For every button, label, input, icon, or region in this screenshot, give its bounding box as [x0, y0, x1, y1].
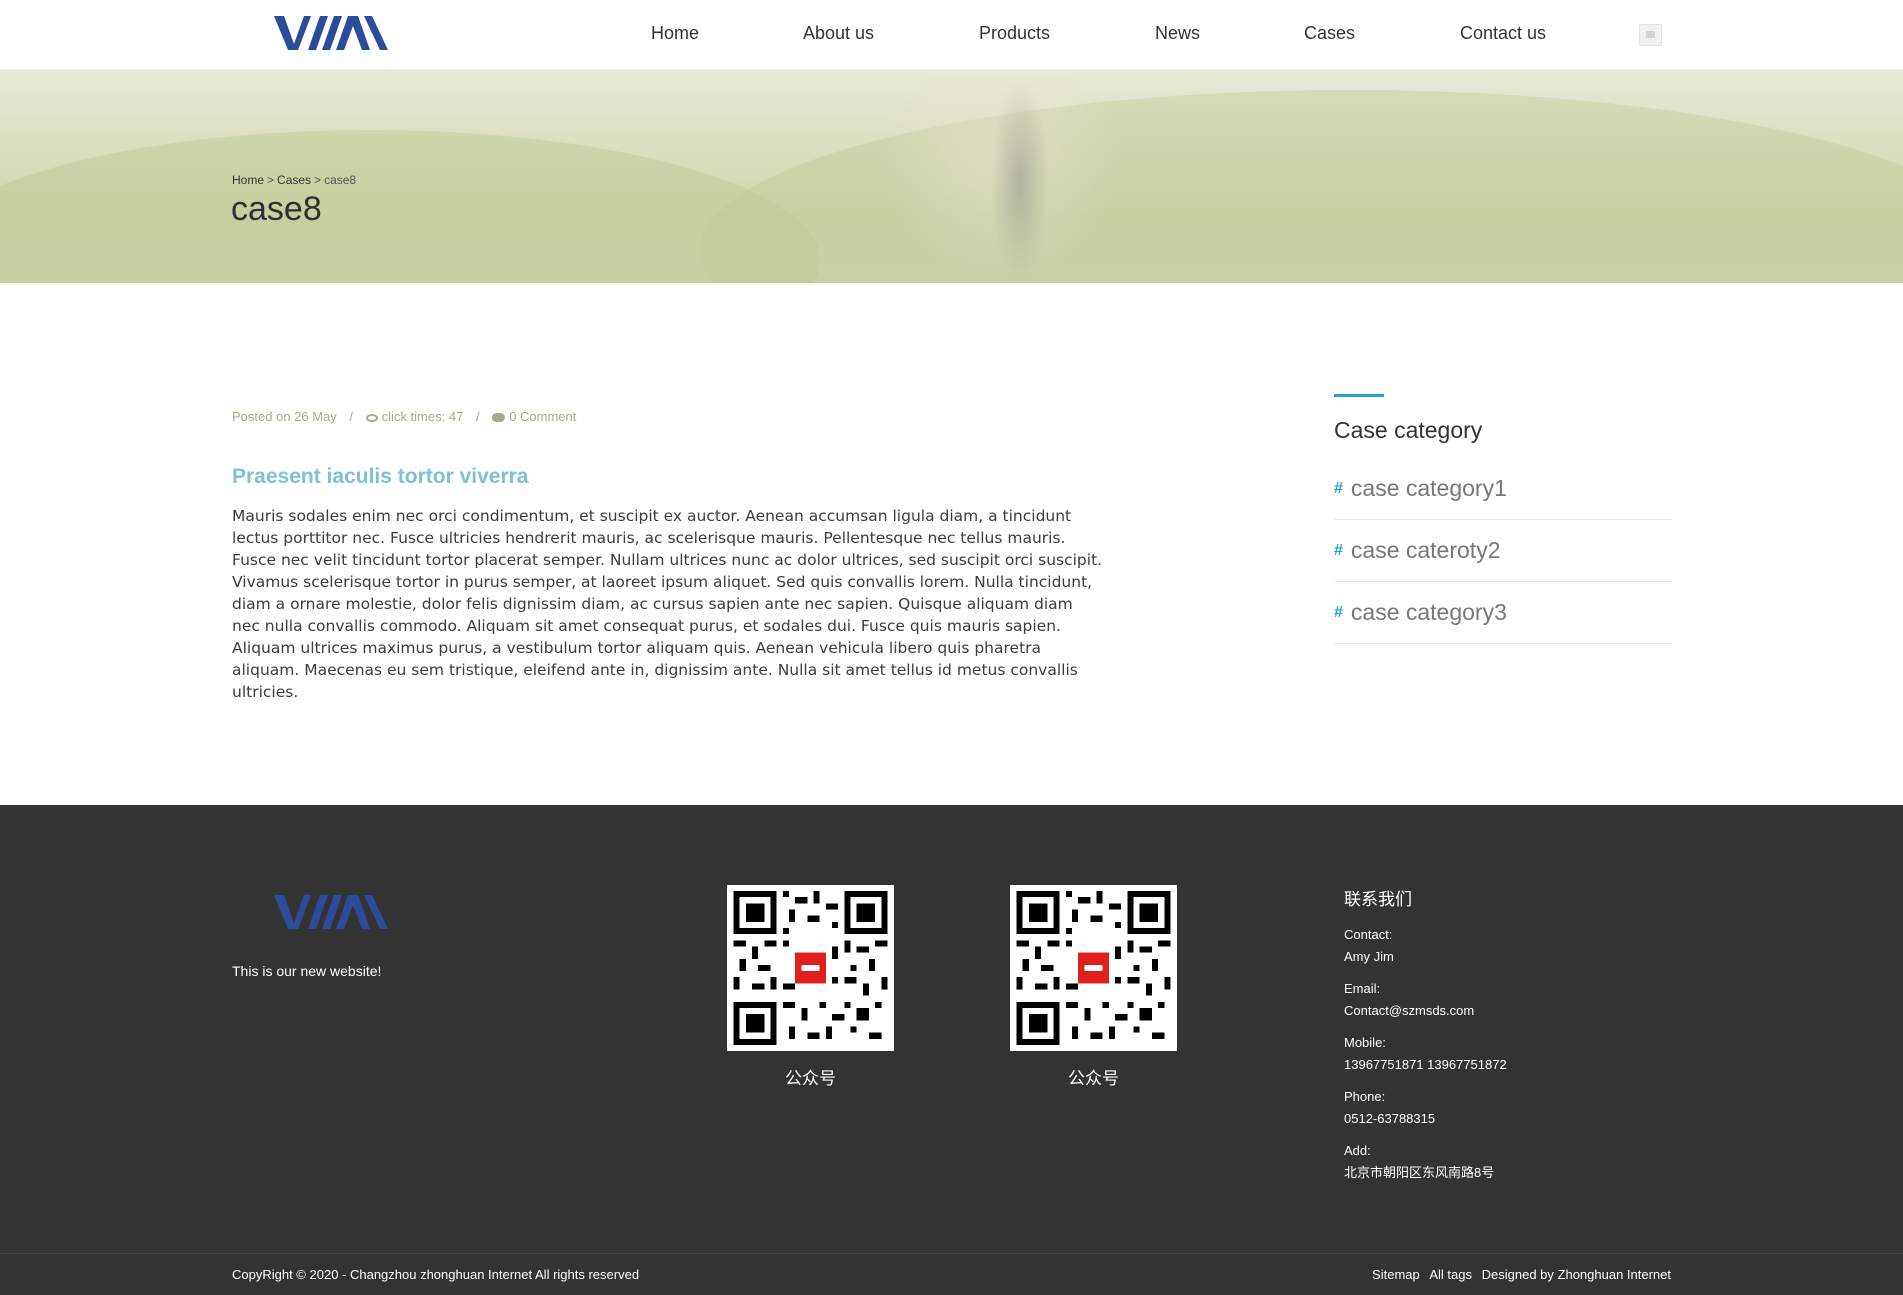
contact-title: 联系我们: [1344, 890, 1412, 909]
breadcrumb-cases[interactable]: Cases: [277, 173, 311, 187]
nav-cases[interactable]: Cases: [1304, 23, 1355, 44]
breadcrumb-separator: >: [267, 173, 275, 187]
click-count: click times: 47: [381, 409, 464, 424]
breadcrumb-home[interactable]: Home: [232, 173, 264, 187]
case-category-label[interactable]: case cateroty2: [1351, 537, 1501, 564]
address-value: 北京市朝阳区东风南路8号: [1344, 1165, 1495, 1180]
hash-icon: #: [1334, 479, 1343, 497]
search-icon[interactable]: [1639, 24, 1662, 46]
sidebar-accent-bar: [1334, 394, 1384, 397]
page-title: case8: [231, 190, 322, 228]
breadcrumb-current: case8: [324, 173, 357, 187]
case-category-label[interactable]: case category3: [1351, 599, 1507, 626]
footer-links: Sitemap All tags Designed by Zhonghuan I…: [1366, 1267, 1671, 1282]
qr-code-label: 公众号: [1068, 1069, 1119, 1088]
nav-about-us[interactable]: About us: [803, 23, 874, 44]
case-category-label[interactable]: case category1: [1351, 475, 1507, 502]
meta-separator: /: [475, 409, 480, 424]
qr-code-image: [1010, 885, 1177, 1051]
hash-icon: #: [1334, 603, 1343, 621]
meta-separator: /: [349, 409, 354, 424]
qr-code-image: [727, 885, 894, 1051]
nav-contact-us[interactable]: Contact us: [1460, 23, 1546, 44]
case-category-item[interactable]: # case cateroty2: [1334, 520, 1672, 582]
contact-value: Amy Jim: [1344, 949, 1394, 964]
article-title: Praesent iaculis tortor viverra: [232, 465, 529, 488]
phone-label: Phone:: [1344, 1089, 1386, 1104]
copyright-text: CopyRight © 2020 - Changzhou zhonghuan I…: [232, 1267, 640, 1282]
case-category-item[interactable]: # case category3: [1334, 582, 1672, 644]
footer-contact: 联系我们 Contact: Amy Jim Email: Contact@szm…: [1344, 885, 1644, 1194]
email-label: Email:: [1344, 981, 1381, 996]
hash-icon: #: [1334, 541, 1343, 559]
nav-products[interactable]: Products: [979, 23, 1050, 44]
site-logo[interactable]: [274, 14, 388, 52]
comment-icon: [492, 413, 506, 423]
sitemap-link[interactable]: Sitemap: [1372, 1267, 1420, 1282]
nav-news[interactable]: News: [1155, 23, 1200, 44]
mobile-value: 13967751871 13967751872: [1344, 1057, 1507, 1072]
posted-date: Posted on 26 May: [232, 409, 337, 424]
case-category-list: # case category1 # case cateroty2 # case ca…: [1334, 458, 1672, 644]
footer-tagline: This is our new website!: [232, 963, 382, 979]
eye-icon: [365, 413, 378, 422]
designed-by-link[interactable]: Designed by Zhonghuan Internet: [1482, 1267, 1671, 1282]
qr-code-label: 公众号: [785, 1069, 836, 1088]
footer-logo[interactable]: [274, 893, 388, 931]
comment-count[interactable]: 0 Comment: [509, 409, 576, 424]
article-body: Mauris sodales enim nec orci condimentum…: [232, 507, 1103, 701]
breadcrumb: Home > Cases > case8: [232, 173, 356, 187]
all-tags-link[interactable]: All tags: [1429, 1267, 1472, 1282]
footer-divider: [0, 1253, 1903, 1254]
case-category-item[interactable]: # case category1: [1334, 458, 1672, 520]
sidebar-title: Case category: [1334, 417, 1483, 443]
article-meta: Posted on 26 May / click times: 47 / 0 C…: [232, 409, 576, 424]
phone-value: 0512-63788315: [1344, 1111, 1436, 1126]
nav-home[interactable]: Home: [651, 23, 699, 44]
breadcrumb-separator: >: [314, 173, 322, 187]
mobile-label: Mobile:: [1344, 1035, 1386, 1050]
contact-label: Contact:: [1344, 927, 1393, 942]
email-value[interactable]: Contact@szmsds.com: [1344, 1000, 1644, 1022]
address-label: Add:: [1344, 1143, 1371, 1158]
site-header: Home About us Products News Cases Contac…: [0, 0, 1903, 70]
